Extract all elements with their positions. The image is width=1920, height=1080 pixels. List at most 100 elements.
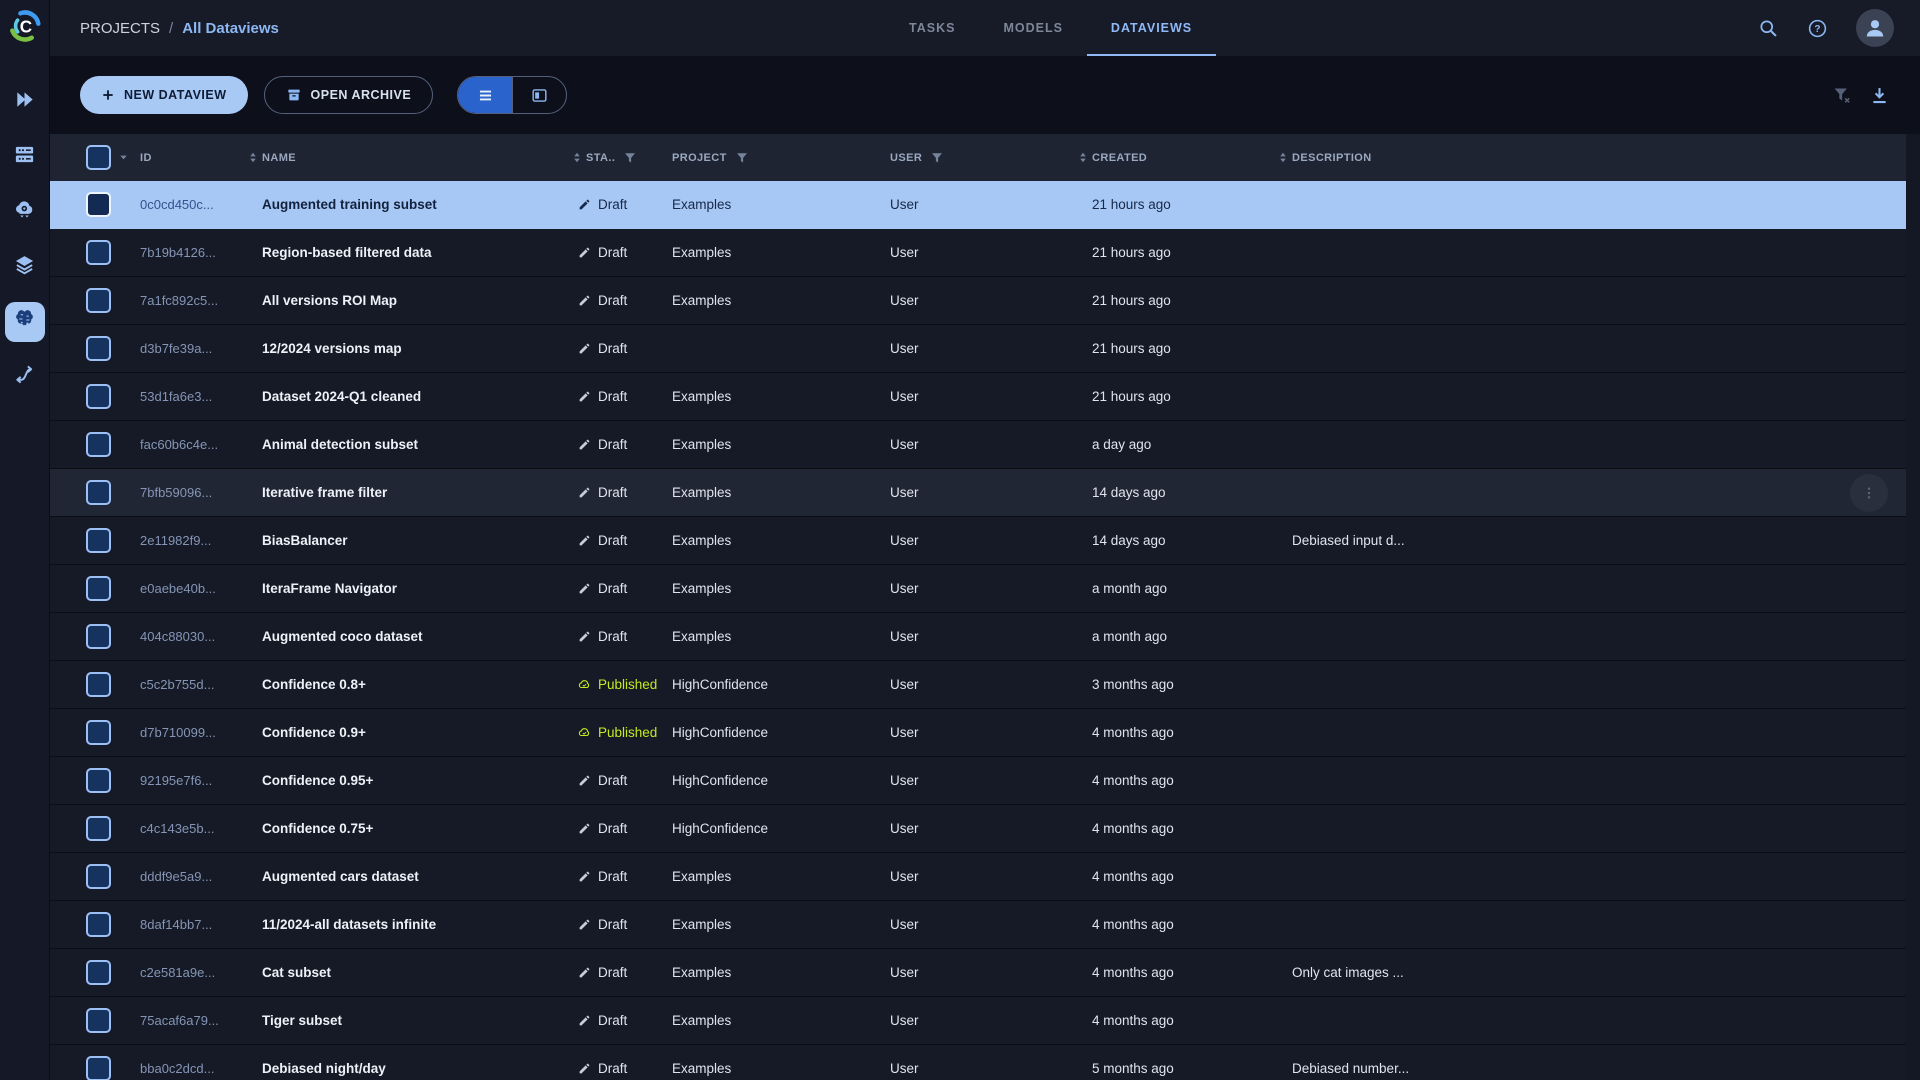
column-header-id[interactable]: ID bbox=[130, 152, 246, 164]
column-header-created[interactable]: CREATED bbox=[1076, 151, 1276, 164]
table-row[interactable]: 8daf14bb7... 11/2024-all datasets infinit… bbox=[50, 901, 1906, 949]
table-row[interactable]: 53d1fa6e3... Dataset 2024-Q1 cleaned Draft… bbox=[50, 373, 1906, 421]
clearml-logo-icon[interactable]: C bbox=[7, 8, 43, 44]
sidebar-item-pipelines[interactable] bbox=[5, 357, 45, 397]
tab-models[interactable]: MODELS bbox=[979, 0, 1086, 56]
open-archive-button[interactable]: OPEN ARCHIVE bbox=[263, 76, 434, 114]
filter-icon[interactable] bbox=[624, 152, 636, 164]
table-row[interactable]: c4c143e5b... Confidence 0.75+ Draft HighCon… bbox=[50, 805, 1906, 853]
table-row[interactable]: 75acaf6a79... Tiger subset Draft Examples Us… bbox=[50, 997, 1906, 1045]
row-checkbox[interactable] bbox=[86, 336, 111, 361]
table-row[interactable]: 2e11982f9... BiasBalancer Draft Examples Use… bbox=[50, 517, 1906, 565]
search-icon[interactable] bbox=[1758, 18, 1779, 39]
row-checkbox[interactable] bbox=[86, 1056, 111, 1080]
cell-user: User bbox=[890, 965, 919, 980]
cell-select bbox=[50, 1008, 130, 1033]
new-dataview-button[interactable]: NEW DATAVIEW bbox=[80, 76, 248, 114]
avatar[interactable] bbox=[1856, 9, 1894, 47]
breadcrumb-current: All Dataviews bbox=[182, 19, 279, 37]
status-label: Draft bbox=[598, 917, 628, 932]
row-checkbox[interactable] bbox=[86, 768, 111, 793]
status-label: Draft bbox=[598, 293, 628, 308]
table-row[interactable]: 0c0cd450c... Augmented training subset Dra… bbox=[50, 181, 1906, 229]
table-row[interactable]: d7b710099... Confidence 0.9+ Published High… bbox=[50, 709, 1906, 757]
table-body: 0c0cd450c... Augmented training subset Dra… bbox=[50, 181, 1906, 1080]
row-checkbox[interactable] bbox=[86, 960, 111, 985]
cell-name: Confidence 0.95+ bbox=[262, 773, 374, 788]
table-row[interactable]: dddf9e5a9... Augmented cars dataset Draft E… bbox=[50, 853, 1906, 901]
cell-user: User bbox=[890, 341, 919, 356]
column-header-description[interactable]: DESCRIPTION bbox=[1276, 151, 1906, 164]
cell-created: 4 months ago bbox=[1092, 869, 1174, 884]
row-checkbox[interactable] bbox=[86, 1008, 111, 1033]
help-icon[interactable]: ? bbox=[1807, 18, 1828, 39]
status-label: Draft bbox=[598, 341, 628, 356]
sidebar-item-workers[interactable] bbox=[5, 192, 45, 232]
row-checkbox[interactable] bbox=[86, 480, 111, 505]
scrollbar[interactable] bbox=[1906, 134, 1920, 1080]
row-checkbox[interactable] bbox=[86, 912, 111, 937]
cell-name: IteraFrame Navigator bbox=[262, 581, 398, 596]
sidebar-item-queues[interactable] bbox=[5, 137, 45, 177]
sidebar-item-hyper-datasets[interactable] bbox=[4, 302, 45, 342]
row-checkbox[interactable] bbox=[86, 528, 111, 553]
table-row[interactable]: 7a1fc892c5... All versions ROI Map Draft Ex… bbox=[50, 277, 1906, 325]
cell-created: 21 hours ago bbox=[1092, 389, 1171, 404]
sidebar-item-datasets[interactable] bbox=[5, 247, 45, 287]
table-view-toggle[interactable] bbox=[458, 77, 513, 113]
breadcrumb-projects[interactable]: PROJECTS bbox=[80, 20, 160, 37]
download-icon[interactable] bbox=[1869, 85, 1890, 106]
cell-created: 4 months ago bbox=[1092, 773, 1174, 788]
cell-user: User bbox=[890, 197, 919, 212]
cell-status: Draft bbox=[570, 437, 662, 452]
column-label: PROJECT bbox=[672, 151, 727, 164]
cell-select bbox=[50, 576, 130, 601]
column-header-project[interactable]: PROJECT bbox=[662, 152, 880, 164]
row-checkbox[interactable] bbox=[86, 240, 111, 265]
column-header-name[interactable]: NAME bbox=[246, 151, 570, 164]
table-row[interactable]: bba0c2dcd... Debiased night/day Draft Examp… bbox=[50, 1045, 1906, 1080]
cell-user: User bbox=[890, 773, 919, 788]
table-row[interactable]: fac60b6c4e... Animal detection subset Draf… bbox=[50, 421, 1906, 469]
pencil-icon bbox=[578, 966, 591, 979]
table-row[interactable]: c5c2b755d... Confidence 0.8+ Published High… bbox=[50, 661, 1906, 709]
tab-dataviews[interactable]: DATAVIEWS bbox=[1086, 0, 1217, 56]
row-checkbox[interactable] bbox=[86, 672, 111, 697]
row-checkbox[interactable] bbox=[86, 576, 111, 601]
row-checkbox[interactable] bbox=[86, 720, 111, 745]
cell-id: fac60b6c4e... bbox=[140, 437, 219, 452]
table-row[interactable]: 7b19b4126... Region-based filtered data Dr… bbox=[50, 229, 1906, 277]
select-all-checkbox[interactable] bbox=[86, 145, 111, 170]
table-row[interactable]: d3b7fe39a... 12/2024 versions map Draft Use… bbox=[50, 325, 1906, 373]
cell-project: Examples bbox=[672, 485, 732, 500]
clear-filters-icon[interactable] bbox=[1832, 85, 1853, 106]
sort-icon bbox=[1278, 151, 1288, 164]
cell-name: Dataset 2024-Q1 cleaned bbox=[262, 389, 422, 404]
row-checkbox[interactable] bbox=[86, 816, 111, 841]
row-checkbox[interactable] bbox=[86, 384, 111, 409]
filter-icon[interactable] bbox=[736, 152, 748, 164]
cell-created: 21 hours ago bbox=[1092, 197, 1171, 212]
table-row[interactable]: 404c88030... Augmented coco dataset Draft E… bbox=[50, 613, 1906, 661]
row-checkbox[interactable] bbox=[86, 864, 111, 889]
sidebar-item-getting-started[interactable] bbox=[5, 82, 45, 122]
published-icon bbox=[578, 678, 591, 691]
column-header-user[interactable]: USER bbox=[880, 152, 1076, 164]
table-row[interactable]: 92195e7f6... Confidence 0.95+ Draft HighCon… bbox=[50, 757, 1906, 805]
row-checkbox[interactable] bbox=[86, 624, 111, 649]
chevron-down-icon[interactable] bbox=[118, 152, 129, 163]
table-row[interactable]: 7bfb59096... Iterative frame filter Draft E… bbox=[50, 469, 1906, 517]
filter-icon[interactable] bbox=[931, 152, 943, 164]
row-checkbox[interactable] bbox=[86, 288, 111, 313]
table-row[interactable]: c2e581a9e... Cat subset Draft Examples User 4… bbox=[50, 949, 1906, 997]
column-header-status[interactable]: STA.. bbox=[570, 151, 662, 164]
row-menu-button[interactable] bbox=[1850, 474, 1888, 512]
cell-user: User bbox=[890, 389, 919, 404]
tab-tasks[interactable]: TASKS bbox=[885, 0, 979, 56]
cell-user: User bbox=[890, 821, 919, 836]
row-checkbox[interactable] bbox=[86, 192, 111, 217]
table-row[interactable]: e0aebe40b... IteraFrame Navigator Draft Exa… bbox=[50, 565, 1906, 613]
card-view-toggle[interactable] bbox=[512, 77, 566, 113]
row-checkbox[interactable] bbox=[86, 432, 111, 457]
status-label: Draft bbox=[598, 773, 628, 788]
